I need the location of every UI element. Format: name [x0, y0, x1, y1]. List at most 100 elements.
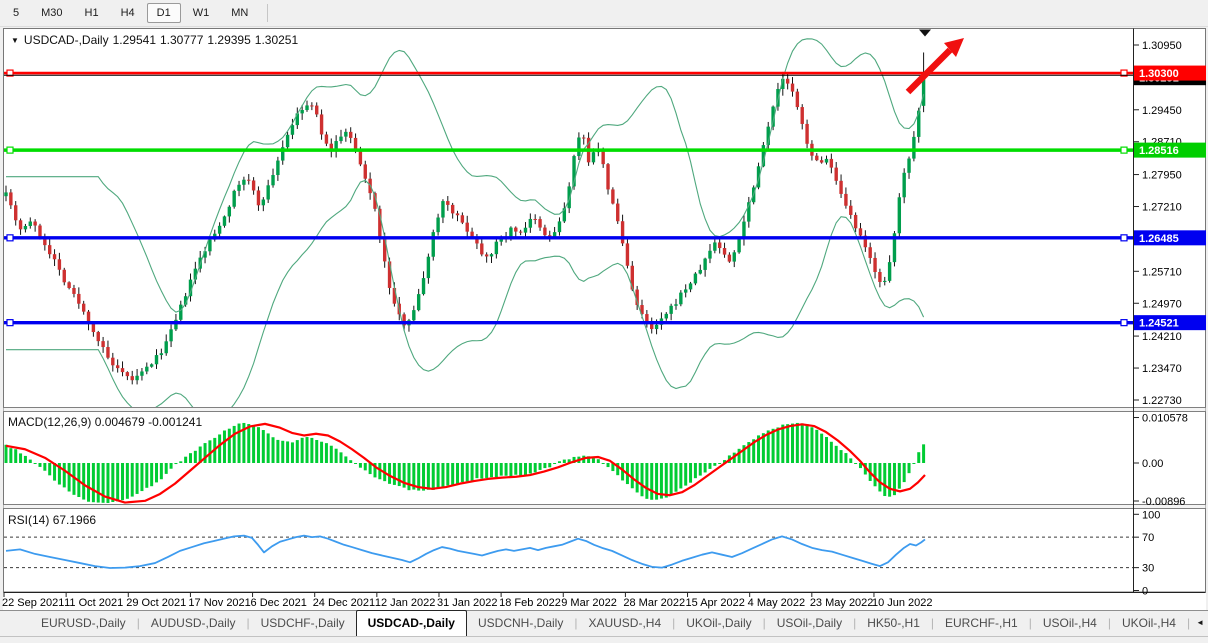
macd-bar: [407, 463, 410, 490]
candle-body: [9, 192, 12, 205]
tab-eurusd-daily[interactable]: EURUSD-,Daily: [30, 611, 137, 636]
timeframe-button-d1[interactable]: D1: [147, 3, 181, 23]
tab-usdcnh-daily[interactable]: USDCNH-,Daily: [467, 611, 574, 636]
candle-body: [733, 252, 736, 261]
macd-bar: [174, 463, 177, 464]
timeframe-button-mn[interactable]: MN: [221, 3, 258, 23]
chart-context-triangle-icon[interactable]: ▼: [11, 36, 19, 45]
candle-body: [611, 189, 614, 203]
timeframe-button-h4[interactable]: H4: [111, 3, 145, 23]
candle-body: [155, 355, 158, 364]
timeframe-button-m30[interactable]: M30: [31, 3, 72, 23]
line-handle[interactable]: [7, 147, 13, 153]
rsi-name: RSI(14): [8, 513, 49, 527]
candle-body: [529, 219, 532, 228]
macd-bar: [29, 460, 32, 463]
candle-body: [412, 310, 415, 320]
candle-body: [708, 251, 711, 259]
timeframe-toolbar: 5M30H1H4D1W1MN: [0, 0, 1208, 27]
macd-bar: [87, 463, 90, 502]
line-handle[interactable]: [7, 320, 13, 326]
tab-eurchf-h1[interactable]: EURCHF-,H1: [934, 611, 1029, 636]
candle-body: [825, 159, 828, 163]
macd-bar: [63, 463, 66, 487]
candle-body: [276, 161, 279, 175]
macd-bar: [825, 437, 828, 463]
candle-body: [417, 294, 420, 310]
timeframe-button-5[interactable]: 5: [3, 3, 29, 23]
candle-body: [883, 281, 886, 282]
svg-text:10 Jun 2022: 10 Jun 2022: [872, 597, 933, 609]
candle-body: [616, 204, 619, 222]
macd-bar: [325, 443, 328, 463]
macd-bar: [607, 463, 610, 467]
macd-bar: [694, 463, 697, 478]
macd-values: 0.004679 -0.001241: [95, 415, 202, 429]
tab-hk50-h1[interactable]: HK50-,H1: [856, 611, 931, 636]
tab-xauusd-h4[interactable]: XAUUSD-,H4: [577, 611, 672, 636]
macd-bar: [713, 463, 716, 466]
line-handle[interactable]: [1121, 235, 1127, 241]
macd-bar: [806, 424, 809, 463]
symbol-tab-bar: EURUSD-,Daily|AUDUSD-,Daily|USDCHF-,Dail…: [0, 610, 1208, 636]
line-handle[interactable]: [1121, 320, 1127, 326]
candle-body: [694, 274, 697, 284]
macd-bar: [43, 463, 46, 471]
candle-body: [106, 347, 109, 358]
candle-body: [101, 341, 104, 347]
tab-audusd-daily[interactable]: AUDUSD-,Daily: [140, 611, 247, 636]
tab-usoil-daily[interactable]: USOil-,Daily: [766, 611, 853, 636]
candle-body: [524, 228, 527, 233]
macd-bar: [126, 463, 129, 499]
line-handle[interactable]: [1121, 147, 1127, 153]
tab-usoil-h4[interactable]: USOil-,H4: [1032, 611, 1108, 636]
candle-body: [490, 254, 493, 256]
candle-body: [72, 288, 75, 294]
macd-bar: [883, 463, 886, 496]
tab-scroll-left-icon[interactable]: ◄: [1196, 618, 1204, 636]
candle-body: [665, 314, 668, 319]
chart-canvas: 1.309501.294501.287101.279501.272101.257…: [0, 27, 1208, 610]
macd-bar: [97, 463, 100, 503]
timeframe-button-h1[interactable]: H1: [75, 3, 109, 23]
candle-body: [621, 221, 624, 243]
candle-body: [169, 329, 172, 341]
timeframe-button-w1[interactable]: W1: [183, 3, 220, 23]
svg-text:30: 30: [1142, 563, 1154, 575]
tab-usdchf-daily[interactable]: USDCHF-,Daily: [250, 611, 356, 636]
macd-bar: [451, 463, 454, 485]
macd-name: MACD(12,26,9): [8, 415, 91, 429]
candle-body: [805, 124, 808, 144]
tab-usdcad-daily[interactable]: USDCAD-,Daily: [356, 610, 467, 636]
macd-bar: [854, 463, 857, 464]
macd-bar: [878, 463, 881, 491]
candle-body: [135, 376, 138, 380]
svg-text:15 Apr 2022: 15 Apr 2022: [686, 597, 745, 609]
candle-body: [252, 180, 255, 190]
macd-bar: [310, 438, 313, 463]
candle-body: [82, 304, 85, 312]
macd-bar: [781, 425, 784, 463]
macd-bar: [189, 453, 192, 463]
macd-bar: [68, 463, 71, 491]
tab-ukoil-h4[interactable]: UKOil-,H4: [1111, 611, 1187, 636]
macd-bar: [631, 463, 634, 488]
candle-body: [179, 305, 182, 320]
macd-bar: [116, 463, 119, 501]
line-handle[interactable]: [7, 235, 13, 241]
candle-body: [77, 294, 80, 304]
macd-bar: [82, 463, 85, 500]
candle-body: [786, 79, 789, 84]
candle-body: [655, 325, 658, 329]
candle-body: [626, 243, 629, 265]
candle-body: [839, 181, 842, 194]
candle-body: [364, 164, 367, 178]
candle-body: [315, 106, 318, 115]
candle-body: [131, 376, 134, 380]
candle-body: [97, 332, 100, 341]
macd-bar: [145, 463, 148, 488]
candle-body: [902, 173, 905, 197]
candle-body: [868, 247, 871, 258]
candle-body: [208, 240, 211, 252]
tab-ukoil-daily[interactable]: UKOil-,Daily: [675, 611, 762, 636]
